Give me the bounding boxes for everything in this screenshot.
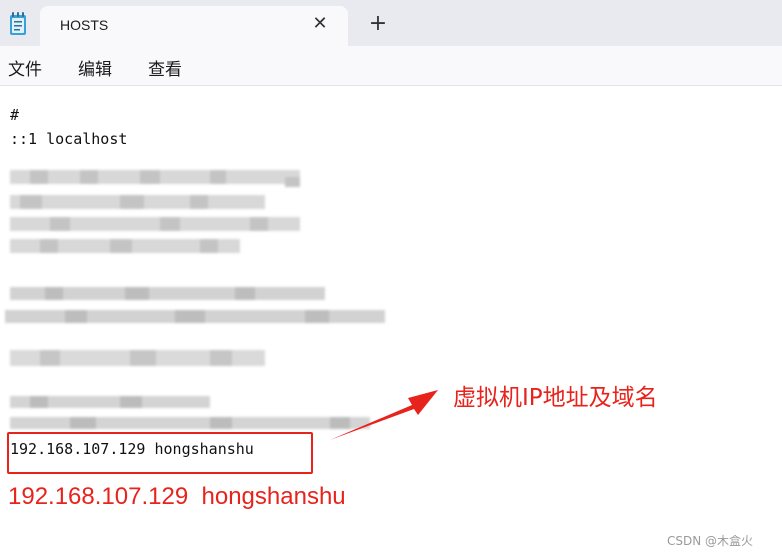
tab-hosts[interactable]: HOSTS ✕	[40, 6, 348, 46]
arrow-icon	[330, 390, 438, 440]
menu-file[interactable]: 文件	[8, 55, 42, 80]
notepad-icon	[10, 12, 26, 35]
blurred-content-3	[10, 350, 265, 366]
watermark: CSDN @木盒火	[667, 534, 754, 548]
menu-view[interactable]: 查看	[148, 55, 182, 80]
annotation-label: 虚拟机IP地址及域名	[453, 385, 658, 411]
menu-bar: 文件 编辑 查看	[0, 46, 782, 86]
close-icon[interactable]: ✕	[310, 14, 330, 34]
new-tab-button[interactable]: +	[366, 12, 390, 36]
tab-title: HOSTS	[60, 17, 109, 33]
highlight-box	[7, 432, 313, 474]
blurred-content-1	[10, 170, 300, 253]
hosts-line-localhost: ::1 localhost	[10, 130, 128, 148]
title-bar: HOSTS ✕ +	[0, 0, 782, 46]
menu-edit[interactable]: 编辑	[78, 55, 112, 80]
annotation-ip-domain: 192.168.107.129 hongshanshu	[8, 483, 346, 510]
blurred-content-2	[5, 287, 385, 323]
hosts-line-comment: #	[10, 106, 20, 124]
